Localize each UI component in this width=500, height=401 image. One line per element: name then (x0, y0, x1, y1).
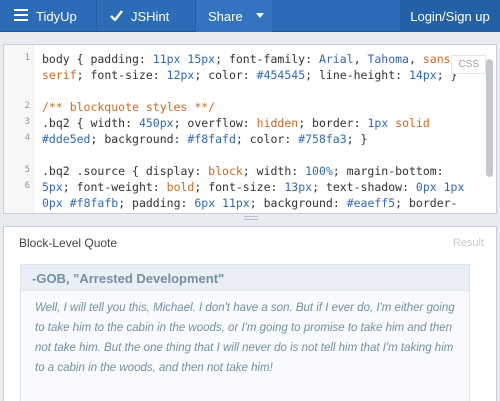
login-signup-button[interactable]: Login/Sign up (400, 0, 500, 32)
quote-text: Well, I will tell you this, Michael. I d… (35, 302, 455, 374)
editor-mode-label: CSS (451, 55, 486, 74)
line-number-gutter: 1 2 3 4 5 6 (4, 45, 34, 213)
line-number: 4 (24, 133, 30, 143)
login-label: Login/Sign up (410, 8, 490, 24)
code-line: 0px #f8fafb; padding: 6px 11px; backgrou… (42, 196, 458, 210)
tidyup-button[interactable]: TidyUp (14, 0, 77, 32)
line-number: 6 (24, 181, 30, 191)
code-line: 5px; font-weight: bold; font-size: 13px;… (42, 180, 465, 194)
css-editor[interactable]: 1 2 3 4 5 6 body { padding: 11px 15px; f… (3, 44, 497, 214)
checkmark-icon (110, 9, 123, 24)
line-number: 3 (24, 117, 30, 127)
jshint-label: JSHint (131, 8, 170, 24)
code-content[interactable]: body { padding: 11px 15px; font-family: … (42, 51, 472, 211)
line-number: 1 (24, 53, 30, 63)
share-label: Share (208, 8, 243, 24)
code-line: .bq2 .source { display: block; width: 10… (42, 164, 444, 178)
code-line: serif; font-size: 12px; color: #454545; … (42, 68, 458, 82)
editor-scrollbar[interactable] (486, 59, 493, 177)
code-line: body { padding: 11px 15px; font-family: … (42, 52, 451, 66)
share-button[interactable]: Share (208, 0, 243, 32)
result-pane: Block-Level Quote Result -GOB, "Arrested… (3, 226, 497, 401)
tidyup-label: TidyUp (36, 8, 77, 24)
code-line: .bq2 { width: 450px; overflow: hidden; b… (42, 116, 430, 130)
quote-source: -GOB, "Arrested Development" (21, 265, 469, 291)
toolbar: TidyUp JSHint Share Login/Sign up (0, 0, 500, 32)
line-number: 5 (24, 165, 30, 175)
result-title: Block-Level Quote (19, 236, 118, 250)
tidy-lines-icon (14, 8, 28, 24)
code-line: /** blockquote styles **/ (42, 100, 216, 114)
code-line: #dde5ed; background: #f8fafd; color: #75… (42, 132, 368, 146)
result-label: Result (452, 237, 484, 249)
blockquote: -GOB, "Arrested Development" Well, I wil… (20, 264, 470, 401)
toolbar-divider (96, 0, 97, 32)
jshint-button[interactable]: JSHint (110, 0, 169, 32)
line-number: 2 (24, 101, 30, 111)
chevron-down-icon[interactable] (256, 13, 264, 18)
pane-resize-handle[interactable] (244, 216, 258, 222)
